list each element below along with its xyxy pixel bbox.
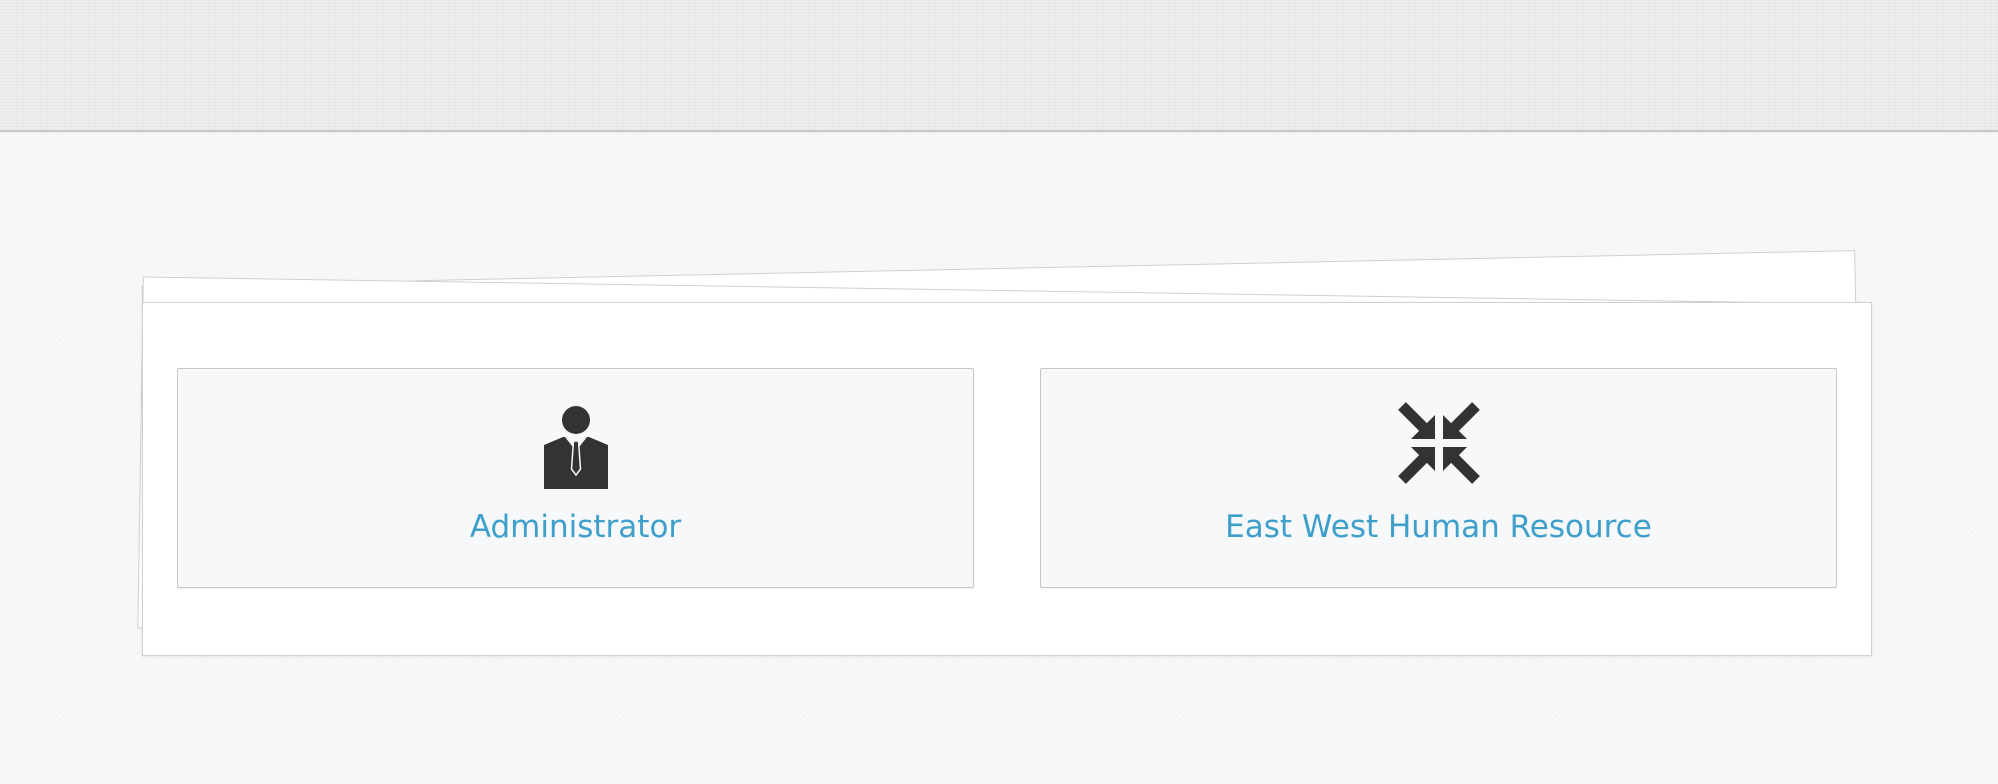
role-tile-east-west-human-resource[interactable]: East West Human Resource: [1040, 368, 1837, 588]
user-tie-icon: [543, 406, 608, 489]
role-tile-administrator[interactable]: Administrator: [177, 368, 974, 588]
role-selection-panel: Administrator East West Human Resource: [142, 302, 1872, 656]
role-label-administrator[interactable]: Administrator: [178, 507, 973, 547]
role-label-east-west-human-resource[interactable]: East West Human Resource: [1041, 507, 1836, 547]
top-header-bar: [0, 0, 1998, 132]
compress-arrows-icon: [1397, 402, 1480, 484]
